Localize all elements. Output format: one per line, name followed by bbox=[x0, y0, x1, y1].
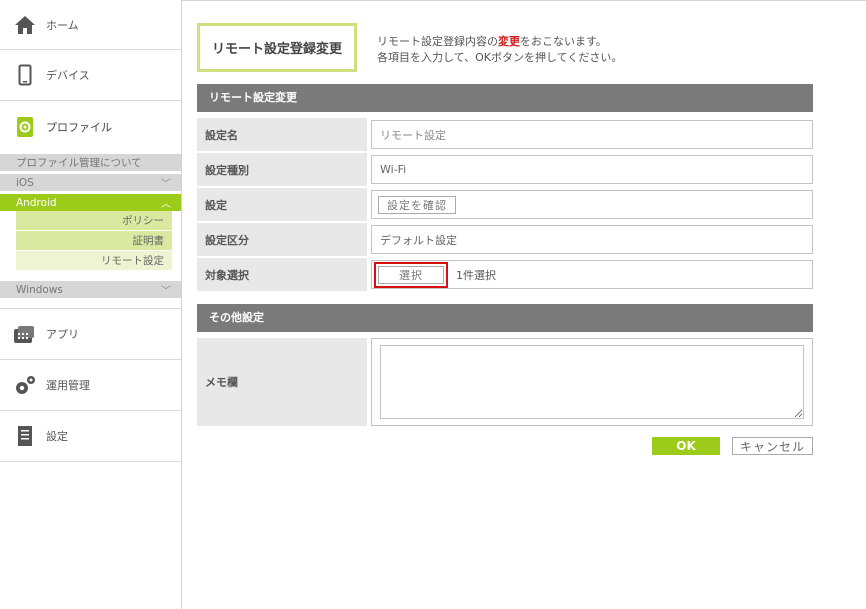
row-target-label: 対象選択 bbox=[197, 258, 367, 291]
setting-cell: 設定を確認 bbox=[371, 190, 813, 219]
document-icon bbox=[12, 423, 38, 449]
type-value: Wi-Fi bbox=[371, 155, 813, 184]
nav-apps-label: アプリ bbox=[46, 328, 79, 341]
nav-devices-label: デバイス bbox=[46, 69, 90, 82]
android-label: Android bbox=[16, 196, 57, 209]
row-name: 設定名 リモート設定 bbox=[197, 118, 813, 151]
ok-button[interactable]: OK bbox=[652, 437, 720, 455]
nav-operations-label: 運用管理 bbox=[46, 379, 90, 392]
profile-about-item[interactable]: プロファイル管理について bbox=[0, 154, 181, 171]
profile-gear-icon bbox=[12, 114, 38, 140]
name-input[interactable]: リモート設定 bbox=[371, 120, 813, 149]
target-select-highlight: 選択 bbox=[374, 261, 448, 288]
cancel-button[interactable]: キャンセル bbox=[732, 437, 813, 455]
android-item[interactable]: Android ︿ bbox=[0, 194, 181, 211]
ios-label: iOS bbox=[16, 176, 34, 189]
nav-settings-label: 設定 bbox=[46, 430, 68, 443]
row-type: 設定種別 Wi-Fi bbox=[197, 153, 813, 186]
row-setting: 設定 設定を確認 bbox=[197, 188, 813, 221]
top-divider bbox=[182, 0, 866, 1]
memo-cell bbox=[371, 338, 813, 426]
chevron-down-icon: ﹀ bbox=[161, 179, 171, 190]
chevron-up-icon: ︿ bbox=[161, 199, 171, 210]
nav-profile[interactable]: プロファイル bbox=[0, 101, 181, 152]
home-icon bbox=[12, 12, 38, 38]
row-type-label: 設定種別 bbox=[197, 153, 367, 186]
chevron-down-icon: ﹀ bbox=[161, 286, 171, 297]
memo-textarea[interactable] bbox=[380, 345, 804, 419]
description-line-2: 各項目を入力して、OKボタンを押してください。 bbox=[377, 51, 623, 64]
section-header-other: その他設定 bbox=[197, 304, 813, 332]
nav-profile-label: プロファイル bbox=[46, 120, 112, 134]
android-remote-item[interactable]: リモート設定 bbox=[16, 251, 172, 271]
row-category-label: 設定区分 bbox=[197, 223, 367, 256]
android-submenu: ポリシー 証明書 リモート設定 bbox=[16, 211, 172, 271]
category-value: デフォルト設定 bbox=[371, 225, 813, 254]
nav-settings[interactable]: 設定 bbox=[0, 411, 181, 462]
target-cell: 選択 1件選択 bbox=[371, 260, 813, 289]
selected-count: 1件選択 bbox=[456, 268, 496, 282]
sidebar-lower: アプリ 運用管理 設定 bbox=[0, 308, 181, 462]
nav-home-label: ホーム bbox=[46, 18, 79, 32]
row-name-label: 設定名 bbox=[197, 118, 367, 151]
description-text: リモート設定登録内容の bbox=[377, 35, 498, 48]
row-setting-label: 設定 bbox=[197, 188, 367, 221]
nav-home[interactable]: ホーム bbox=[0, 0, 181, 50]
description-emphasis: 変更 bbox=[498, 35, 520, 48]
row-memo: メモ欄 bbox=[197, 338, 813, 426]
row-target: 対象選択 選択 1件選択 bbox=[197, 258, 813, 291]
apps-icon bbox=[12, 321, 38, 347]
page-description: リモート設定登録内容の変更をおこないます。 各項目を入力して、OKボタンを押して… bbox=[377, 34, 622, 66]
smartphone-icon bbox=[12, 62, 38, 88]
gears-icon bbox=[12, 372, 38, 398]
select-target-button[interactable]: 選択 bbox=[378, 265, 444, 284]
profile-submenu: プロファイル管理について iOS ﹀ Android ︿ ポリシー 証明書 リモ… bbox=[0, 154, 181, 298]
ios-item[interactable]: iOS ﹀ bbox=[0, 174, 181, 191]
windows-label: Windows bbox=[16, 283, 63, 296]
android-cert-item[interactable]: 証明書 bbox=[16, 231, 172, 251]
nav-operations[interactable]: 運用管理 bbox=[0, 360, 181, 411]
description-line-1: リモート設定登録内容の変更をおこないます。 bbox=[377, 34, 622, 50]
row-category: 設定区分 デフォルト設定 bbox=[197, 223, 813, 256]
description-text: をおこないます。 bbox=[520, 35, 607, 48]
nav-devices[interactable]: デバイス bbox=[0, 50, 181, 101]
windows-item[interactable]: Windows ﹀ bbox=[0, 281, 181, 298]
android-policy-item[interactable]: ポリシー bbox=[16, 211, 172, 231]
nav-apps[interactable]: アプリ bbox=[0, 309, 181, 360]
page-title: リモート設定登録変更 bbox=[197, 23, 357, 72]
sidebar: ホーム デバイス プロファイル プロファイル管理について iOS ﹀ Andro… bbox=[0, 0, 182, 609]
confirm-setting-button[interactable]: 設定を確認 bbox=[378, 195, 456, 214]
profile-about-label: プロファイル管理について bbox=[16, 157, 142, 169]
section-header-remote: リモート設定変更 bbox=[197, 84, 813, 112]
row-memo-label: メモ欄 bbox=[197, 338, 367, 426]
